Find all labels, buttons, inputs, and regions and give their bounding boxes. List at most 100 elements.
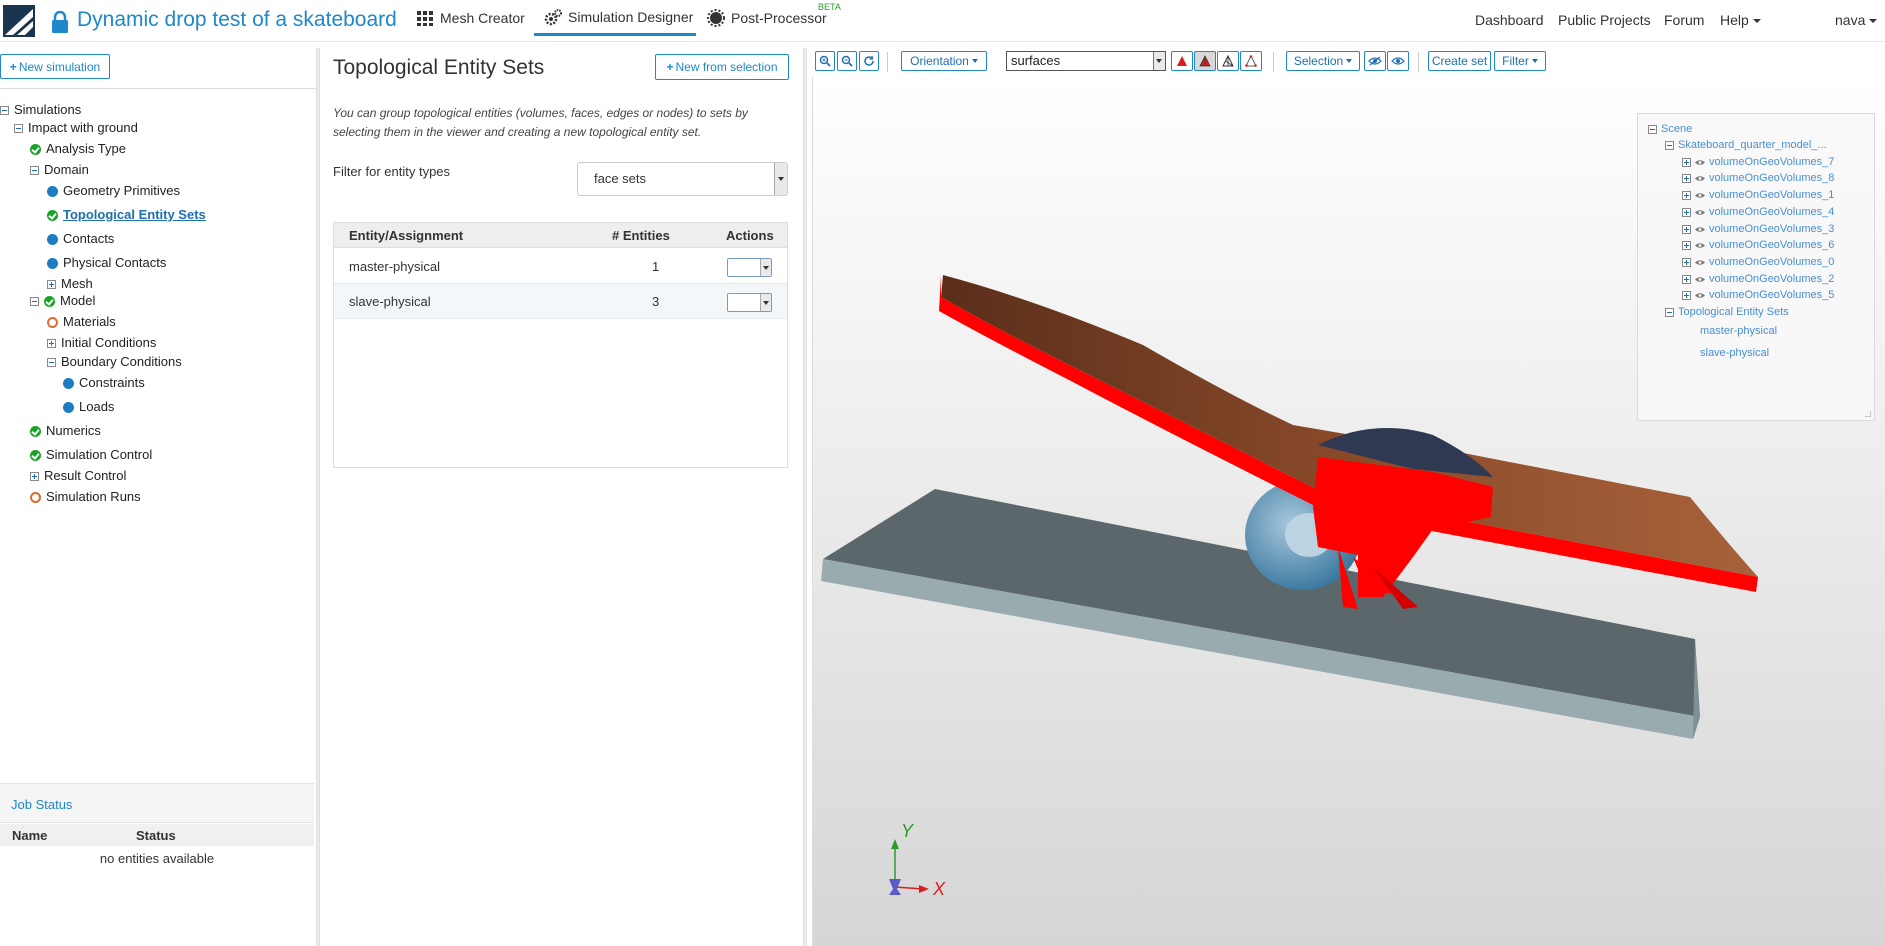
expand-icon[interactable] [1682, 290, 1691, 300]
points-mode-icon[interactable] [1240, 51, 1262, 71]
tree-loads[interactable]: Loads [63, 398, 114, 416]
sidebar-splitter[interactable] [316, 48, 320, 946]
eye-icon[interactable] [1695, 259, 1705, 266]
tree-contacts[interactable]: Contacts [47, 230, 114, 248]
public-projects-link[interactable]: Public Projects [1558, 12, 1651, 28]
tree-simulation-control[interactable]: Simulation Control [30, 446, 152, 464]
expand-icon[interactable] [30, 471, 39, 481]
chevron-down-icon [1869, 19, 1878, 24]
eye-icon[interactable] [1695, 175, 1705, 182]
collapse-icon[interactable] [30, 165, 39, 175]
entity-type-filter-select[interactable]: face sets [577, 162, 788, 196]
collapse-icon[interactable] [47, 357, 56, 367]
col-entity: Entity/Assignment [349, 228, 464, 243]
expand-icon[interactable] [1682, 257, 1691, 267]
expand-icon[interactable] [1682, 224, 1691, 234]
resize-handle-icon[interactable] [1865, 411, 1871, 417]
table-row[interactable]: slave-physical 3 [334, 284, 787, 319]
tree-geometry-primitives[interactable]: Geometry Primitives [47, 182, 180, 200]
scene-root[interactable]: Scene [1648, 122, 1692, 136]
expand-icon[interactable] [1682, 207, 1691, 217]
expand-icon[interactable] [1682, 240, 1691, 250]
tree-constraints[interactable]: Constraints [63, 374, 145, 392]
eye-icon[interactable] [1695, 276, 1705, 283]
eye-icon[interactable] [1695, 242, 1705, 249]
forum-link[interactable]: Forum [1664, 12, 1704, 28]
expand-icon[interactable] [1682, 274, 1691, 284]
scene-tes-group[interactable]: Topological Entity Sets [1665, 305, 1789, 319]
eye-icon[interactable] [1695, 292, 1705, 299]
eye-icon[interactable] [1695, 192, 1705, 199]
eye-icon[interactable] [1695, 209, 1705, 216]
tree-materials[interactable]: Materials [47, 313, 116, 331]
collapse-icon[interactable] [1665, 140, 1674, 150]
tree-analysis-type[interactable]: Analysis Type [30, 140, 126, 158]
help-menu[interactable]: Help [1720, 12, 1761, 28]
tree-initial-conditions[interactable]: Initial Conditions [47, 334, 156, 352]
scene-volume-item[interactable]: volumeOnGeoVolumes_8 [1682, 171, 1834, 185]
row-actions-select[interactable] [727, 258, 772, 277]
user-menu[interactable]: nava [1835, 12, 1878, 28]
expand-icon[interactable] [1682, 173, 1691, 183]
orientation-dropdown[interactable]: Orientation [901, 51, 987, 71]
expand-icon[interactable] [47, 338, 56, 348]
filter-dropdown[interactable]: Filter [1494, 51, 1546, 71]
viewer-splitter[interactable] [803, 48, 807, 946]
collapse-icon[interactable] [0, 105, 9, 115]
selection-dropdown[interactable]: Selection [1286, 51, 1360, 71]
hide-selection-icon[interactable] [1364, 51, 1386, 71]
scene-volume-item[interactable]: volumeOnGeoVolumes_1 [1682, 188, 1834, 202]
scene-volume-item[interactable]: volumeOnGeoVolumes_0 [1682, 255, 1834, 269]
tree-numerics[interactable]: Numerics [30, 422, 101, 440]
tree-model[interactable]: Model [30, 292, 95, 310]
show-all-icon[interactable] [1387, 51, 1409, 71]
simscale-logo-icon[interactable] [3, 5, 35, 37]
tree-simulations[interactable]: Simulations [0, 101, 81, 119]
tree-domain[interactable]: Domain [30, 161, 89, 179]
render-mode-select[interactable]: surfaces [1006, 51, 1166, 71]
tree-topological-entity-sets[interactable]: Topological Entity Sets [47, 206, 206, 224]
tree-label: Simulation Control [46, 447, 153, 462]
expand-icon[interactable] [1682, 157, 1691, 167]
scene-volume-item[interactable]: volumeOnGeoVolumes_5 [1682, 288, 1834, 302]
3d-viewer-canvas[interactable]: Scene Skateboard_quarter_model_... volum… [812, 77, 1885, 946]
new-from-selection-button[interactable]: + New from selection [655, 54, 789, 80]
collapse-icon[interactable] [14, 123, 23, 133]
tree-physical-contacts[interactable]: Physical Contacts [47, 254, 166, 272]
solid-mode-icon[interactable] [1171, 51, 1193, 71]
tree-boundary-conditions[interactable]: Boundary Conditions [47, 353, 182, 371]
tree-label: Numerics [46, 423, 101, 438]
collapse-icon[interactable] [1648, 124, 1657, 134]
tree-impact-with-ground[interactable]: Impact with ground [14, 119, 138, 137]
scene-volume-item[interactable]: volumeOnGeoVolumes_4 [1682, 205, 1834, 219]
scene-volume-item[interactable]: volumeOnGeoVolumes_3 [1682, 222, 1834, 236]
expand-icon[interactable] [1682, 190, 1691, 200]
scene-volume-item[interactable]: volumeOnGeoVolumes_2 [1682, 272, 1834, 286]
scene-tes-item[interactable]: slave-physical [1700, 346, 1769, 360]
eye-icon[interactable] [1695, 159, 1705, 166]
nav-mesh-creator[interactable]: Mesh Creator [416, 0, 525, 36]
zoom-out-icon[interactable] [837, 51, 857, 71]
tree-mesh[interactable]: Mesh [47, 275, 93, 293]
nav-simulation-designer[interactable]: Simulation Designer [534, 0, 696, 36]
wireframe-mode-icon[interactable] [1217, 51, 1239, 71]
scene-tes-item[interactable]: master-physical [1700, 324, 1777, 338]
nav-post-processor[interactable]: Post-Processor [707, 0, 827, 36]
scene-volume-item[interactable]: volumeOnGeoVolumes_6 [1682, 238, 1834, 252]
collapse-icon[interactable] [30, 296, 39, 306]
new-simulation-button[interactable]: + New simulation [0, 54, 110, 79]
solid-edges-mode-icon[interactable] [1194, 51, 1216, 71]
tree-simulation-runs[interactable]: Simulation Runs [30, 488, 141, 506]
row-actions-select[interactable] [727, 293, 772, 312]
dashboard-link[interactable]: Dashboard [1475, 12, 1544, 28]
scene-model-node[interactable]: Skateboard_quarter_model_... [1665, 138, 1827, 152]
table-row[interactable]: master-physical 1 [334, 249, 787, 284]
create-set-button[interactable]: Create set [1428, 51, 1491, 71]
eye-icon[interactable] [1695, 226, 1705, 233]
scene-volume-item[interactable]: volumeOnGeoVolumes_7 [1682, 155, 1834, 169]
reset-view-icon[interactable] [859, 51, 879, 71]
collapse-icon[interactable] [1665, 307, 1674, 317]
expand-icon[interactable] [47, 279, 56, 289]
tree-result-control[interactable]: Result Control [30, 467, 126, 485]
zoom-in-icon[interactable] [815, 51, 835, 71]
